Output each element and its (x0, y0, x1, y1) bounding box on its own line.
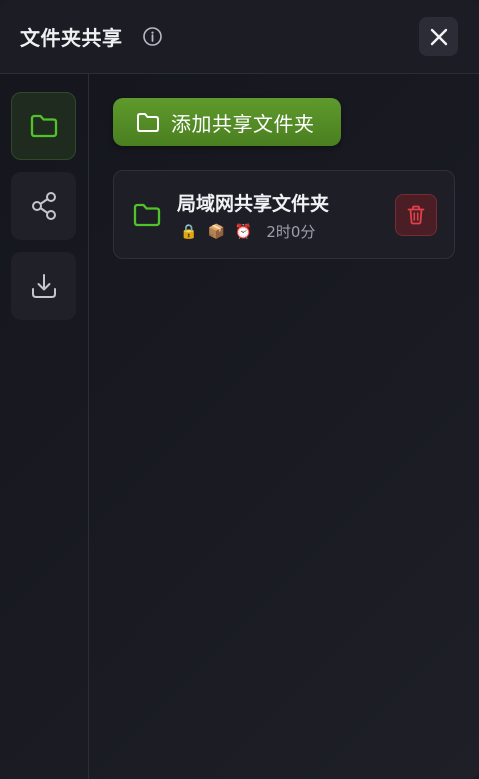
sidebar-item-folders[interactable] (11, 92, 76, 160)
sidebar-item-share[interactable] (11, 172, 76, 240)
header: 文件夹共享 (0, 0, 479, 74)
sidebar (0, 74, 89, 779)
folder-icon (133, 203, 161, 227)
close-icon (430, 28, 447, 45)
shared-folder-name: 局域网共享文件夹 (177, 193, 330, 215)
folder-icon (137, 112, 159, 132)
delete-button[interactable] (395, 194, 437, 236)
page-title: 文件夹共享 (20, 26, 123, 50)
shared-folder-meta: 🔒 📦 ⏰ 2时0分 (180, 221, 315, 242)
alarm-clock-icon: ⏰ (234, 223, 253, 240)
folder-share-window: 文件夹共享 添加共享文件夹 局域网共享文件夹 🔒 📦 ⏰ 2时0分 (0, 0, 479, 779)
shared-folder-item[interactable]: 局域网共享文件夹 🔒 📦 ⏰ 2时0分 (113, 170, 455, 259)
download-icon (31, 274, 56, 298)
add-shared-folder-label: 添加共享文件夹 (171, 111, 315, 136)
package-icon: 📦 (207, 223, 225, 240)
info-circle-icon[interactable] (142, 26, 163, 47)
lock-icon: 🔒 (180, 223, 198, 240)
trash-icon (407, 205, 425, 225)
close-button[interactable] (419, 17, 458, 56)
share-icon (31, 192, 56, 220)
add-shared-folder-button[interactable]: 添加共享文件夹 (113, 98, 341, 146)
sidebar-item-download[interactable] (11, 252, 76, 320)
folder-icon (30, 114, 57, 138)
share-duration: 2时0分 (266, 223, 316, 241)
